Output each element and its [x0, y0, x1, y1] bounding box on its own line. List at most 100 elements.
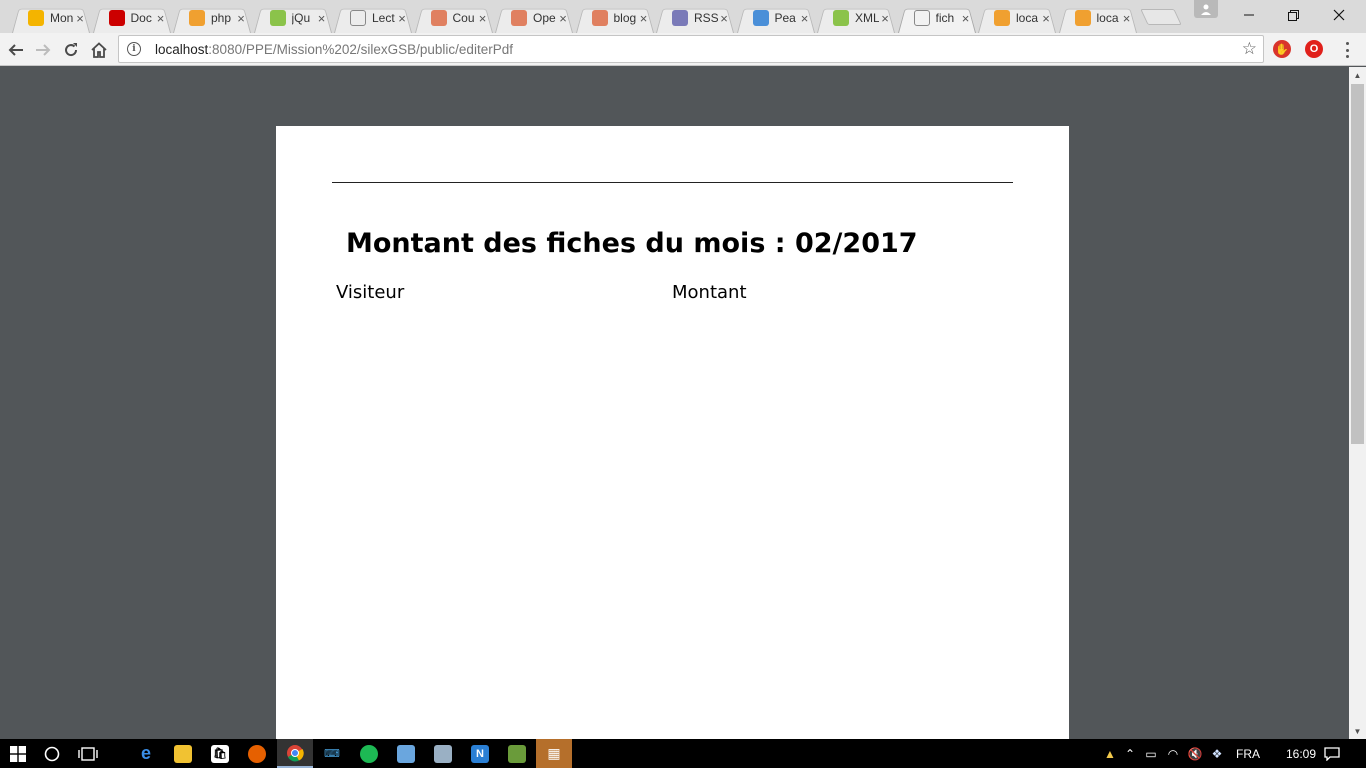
tab-title: Ope: [533, 11, 556, 25]
opera-extension-icon[interactable]: O: [1305, 40, 1323, 58]
document-title: Montant des fiches du mois : 02/2017: [346, 228, 918, 259]
tab-2[interactable]: php ×: [169, 3, 255, 33]
file-explorer-taskbar-icon[interactable]: [165, 739, 201, 768]
home-button[interactable]: [86, 37, 112, 63]
tab-3[interactable]: jQu ×: [250, 3, 336, 33]
notifications-icon[interactable]: [1314, 739, 1350, 768]
tab-close-icon[interactable]: ×: [718, 11, 730, 26]
profile-icon[interactable]: [1194, 0, 1218, 18]
firefox-taskbar-icon[interactable]: [239, 739, 275, 768]
volume-muted-icon[interactable]: 🔇: [1184, 747, 1206, 761]
free-icon: [108, 10, 125, 26]
phpmyadmin-icon: [189, 10, 205, 26]
tab-close-icon[interactable]: ×: [477, 11, 489, 26]
w3schools-icon: [269, 10, 286, 26]
tab-close-icon[interactable]: ×: [235, 11, 247, 26]
url-text[interactable]: localhost:8080/PPE/Mission%202/silexGSB/…: [155, 42, 513, 57]
taskbar: e 🛍 ⌨ N ▦ ▲ ⌃ ▭ ◠ 🔇 ❖ FRA 16:09: [0, 739, 1366, 768]
tab-close-icon[interactable]: ×: [1040, 11, 1052, 26]
language-indicator[interactable]: FRA: [1236, 747, 1260, 761]
tab-13[interactable]: loca ×: [1055, 3, 1141, 33]
chrome-taskbar-icon[interactable]: [277, 739, 313, 768]
start-button[interactable]: [0, 739, 36, 768]
pdf-viewer: Montant des fiches du mois : 02/2017 Vis…: [0, 67, 1349, 739]
tab-strip: Mon × Doc × php × jQu × Lect × Cou × Ope × blog × RSS × Pe…: [0, 0, 1366, 33]
forward-button[interactable]: [30, 37, 56, 63]
tab-close-icon[interactable]: ×: [799, 11, 811, 26]
keyboard-taskbar-icon[interactable]: ⌨: [314, 739, 350, 768]
wifi-icon[interactable]: ◠: [1162, 747, 1184, 761]
tab-close-icon[interactable]: ×: [316, 11, 328, 26]
restore-button[interactable]: [1270, 0, 1316, 30]
tab-close-icon[interactable]: ×: [557, 11, 569, 26]
warning-icon[interactable]: ▲: [1100, 747, 1120, 761]
tab-title: Mon: [50, 11, 74, 25]
reload-button[interactable]: [58, 37, 84, 63]
battery-icon[interactable]: ▭: [1140, 747, 1162, 761]
header-rule: [332, 182, 1013, 183]
tab-title: Doc: [130, 11, 152, 25]
tab-title: Lect: [372, 11, 395, 25]
remote-desktop-taskbar-icon[interactable]: [425, 739, 461, 768]
brain-icon: [430, 10, 447, 26]
info-icon[interactable]: i: [127, 42, 141, 56]
scroll-up-arrow-icon[interactable]: ▲: [1349, 67, 1366, 83]
tab-close-icon[interactable]: ×: [396, 11, 408, 26]
close-window-button[interactable]: [1316, 0, 1362, 30]
back-button[interactable]: [3, 37, 29, 63]
page-icon: [913, 10, 930, 26]
spotify-taskbar-icon[interactable]: [351, 739, 387, 768]
tab-6[interactable]: Ope ×: [491, 3, 577, 33]
brain-icon: [511, 10, 527, 26]
show-hidden-icons-chevron-icon[interactable]: ⌃: [1120, 747, 1140, 761]
scrollbar-thumb[interactable]: [1351, 84, 1364, 444]
tab-title: Pea: [774, 11, 796, 25]
tab-close-icon[interactable]: ×: [638, 11, 650, 26]
minimize-button[interactable]: [1226, 0, 1272, 30]
edge-taskbar-icon[interactable]: e: [128, 739, 164, 768]
tab-title: loca: [1096, 11, 1119, 25]
phpmyadmin-icon: [994, 10, 1010, 26]
calculator-taskbar-icon[interactable]: ▦: [536, 739, 572, 768]
tab-11[interactable]: fich ×: [894, 3, 980, 33]
pear-icon: [752, 10, 769, 26]
tab-close-icon[interactable]: ×: [74, 11, 86, 26]
scroll-down-arrow-icon[interactable]: ▼: [1349, 723, 1366, 739]
tab-close-icon[interactable]: ×: [960, 11, 972, 26]
app-taskbar-icon[interactable]: N: [462, 739, 498, 768]
menu-icon[interactable]: [1340, 40, 1354, 60]
clock[interactable]: 16:09: [1286, 747, 1316, 761]
tab-7[interactable]: blog ×: [572, 3, 658, 33]
brain-icon: [591, 10, 608, 26]
tab-5[interactable]: Cou ×: [411, 3, 497, 33]
tab-9[interactable]: Pea ×: [733, 3, 819, 33]
virtualbox-taskbar-icon[interactable]: [388, 739, 424, 768]
tab-1[interactable]: Doc ×: [89, 3, 175, 33]
tab-close-icon[interactable]: ×: [1121, 11, 1133, 26]
tab-title: RSS: [694, 11, 718, 25]
phpmyadmin-icon: [1074, 10, 1091, 26]
tab-8[interactable]: RSS ×: [652, 3, 738, 33]
w3schools-icon: [833, 10, 849, 26]
tab-title: blog: [613, 11, 637, 25]
address-bar[interactable]: i localhost:8080/PPE/Mission%202/silexGS…: [118, 35, 1264, 63]
column-header-visitor: Visiteur: [336, 282, 405, 303]
store-taskbar-icon[interactable]: 🛍: [202, 739, 238, 768]
dropbox-icon[interactable]: ❖: [1206, 747, 1228, 761]
new-tab-button[interactable]: [1140, 9, 1182, 25]
tab-close-icon[interactable]: ×: [879, 11, 891, 26]
tab-title: php: [211, 11, 232, 25]
tab-4[interactable]: Lect ×: [330, 3, 416, 33]
pdf-page: Montant des fiches du mois : 02/2017 Vis…: [276, 126, 1069, 739]
tab-title: fich: [935, 11, 955, 25]
tab-10[interactable]: XML ×: [813, 3, 899, 33]
task-view-icon[interactable]: [70, 739, 106, 768]
search-circle-icon[interactable]: [34, 739, 70, 768]
bookmark-star-icon[interactable]: ☆: [1242, 39, 1257, 59]
tool-taskbar-icon[interactable]: [499, 739, 535, 768]
tab-12[interactable]: loca ×: [974, 3, 1060, 33]
adblock-extension-icon[interactable]: ✋: [1273, 40, 1291, 58]
vertical-scrollbar[interactable]: ▲ ▼: [1349, 67, 1366, 739]
tab-close-icon[interactable]: ×: [155, 11, 167, 26]
tab-0[interactable]: Mon ×: [8, 3, 94, 33]
